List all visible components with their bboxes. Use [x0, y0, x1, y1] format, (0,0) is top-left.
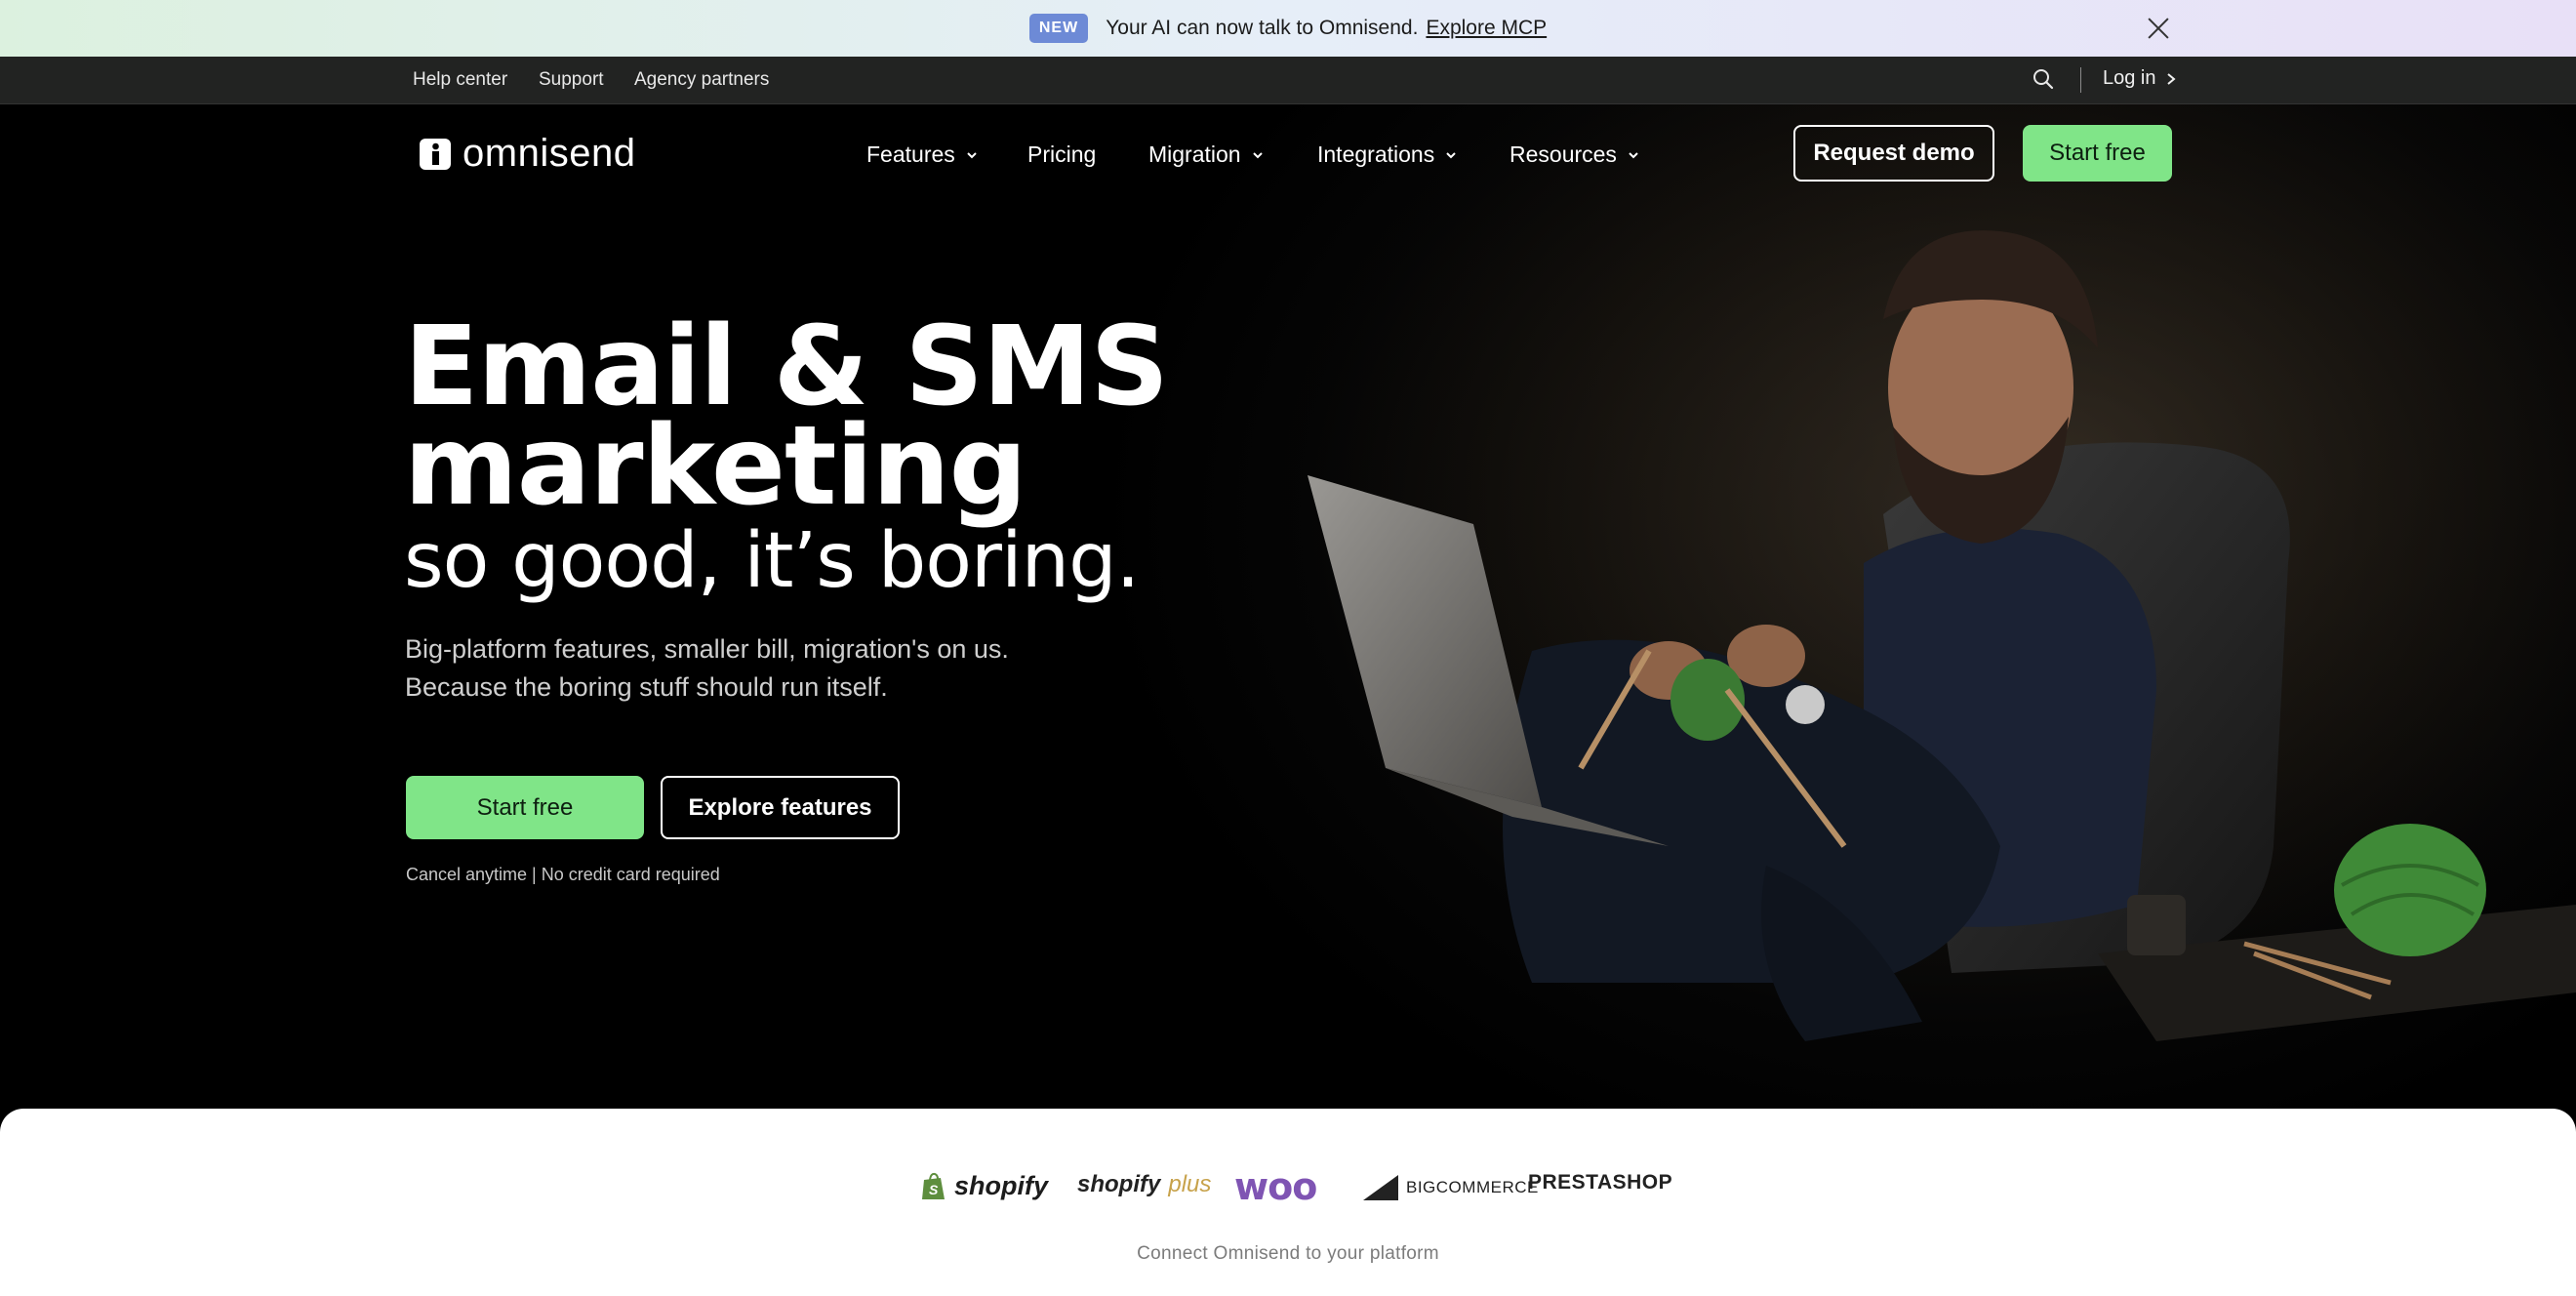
plus-suffix: plus: [1168, 1171, 1212, 1197]
headline-line-1: Email & SMS: [404, 304, 1169, 430]
subtext-line-2: Because the boring stuff should run itse…: [405, 672, 888, 702]
start-free-nav-button[interactable]: Start free: [2023, 125, 2172, 182]
support-link[interactable]: Support: [539, 69, 604, 91]
svg-text:S: S: [929, 1182, 939, 1197]
nav-resources-label: Resources: [1509, 142, 1617, 167]
help-center-link[interactable]: Help center: [413, 69, 507, 91]
main-nav: omnisend Features Pricing Migration Inte…: [0, 104, 2576, 202]
platform-logos-section: S shopify shopify plus woo BIGCOMMERCE PR…: [0, 1109, 2576, 1296]
bigcommerce-mark-icon: [1363, 1175, 1398, 1200]
omnisend-logo[interactable]: omnisend: [420, 132, 635, 176]
nav-item-integrations[interactable]: Integrations: [1317, 142, 1458, 168]
platforms-caption: Connect Omnisend to your platform: [1137, 1243, 1439, 1264]
shopify-plus-logo: shopify plus: [1077, 1171, 1211, 1198]
hero-tagline: so good, it’s boring.: [404, 517, 1140, 605]
nav-item-pricing[interactable]: Pricing: [1027, 142, 1096, 168]
brand-name: omnisend: [463, 132, 636, 175]
announcement-bar: NEW Your AI can now talk to Omnisend. Ex…: [0, 0, 2576, 57]
fine-print: Cancel anytime | No credit card required: [406, 865, 720, 884]
search-icon[interactable]: [2033, 68, 2054, 90]
nav-item-migration[interactable]: Migration: [1148, 142, 1265, 168]
bigcommerce-wordmark: BIGCOMMERCE: [1406, 1178, 1539, 1196]
shopify-plus-wordmark: shopify: [1077, 1171, 1161, 1197]
login-label: Log in: [2103, 67, 2156, 89]
hero-photo: [1122, 104, 2576, 1110]
close-icon[interactable]: [2145, 15, 2172, 42]
nav-item-resources[interactable]: Resources: [1509, 142, 1640, 168]
announcement-message: Your AI can now talk to Omnisend.: [1106, 17, 1419, 39]
divider: [2080, 67, 2081, 93]
headline-line-2: marketing: [404, 403, 1027, 530]
chevron-down-icon: [1629, 151, 1638, 158]
shopify-wordmark: shopify: [954, 1171, 1049, 1200]
explore-features-button[interactable]: Explore features: [661, 776, 900, 839]
agency-partners-link[interactable]: Agency partners: [634, 69, 769, 91]
shopify-bag-icon: S: [922, 1172, 945, 1199]
chevron-right-icon: [2166, 72, 2176, 85]
chevron-down-icon: [1252, 151, 1263, 158]
shopify-logo: S shopify: [921, 1171, 1048, 1201]
bigcommerce-logo: BIGCOMMERCE: [1363, 1175, 1539, 1200]
login-link[interactable]: Log in: [2103, 67, 2176, 90]
chevron-down-icon: [1446, 151, 1456, 158]
woo-logo: woo: [1234, 1165, 1317, 1208]
chevron-down-icon: [967, 151, 977, 158]
nav-item-features[interactable]: Features: [866, 142, 979, 168]
hero-subtext: Big-platform features, smaller bill, mig…: [405, 630, 1088, 707]
nav-pricing-label: Pricing: [1027, 142, 1097, 167]
utility-bar: Help center Support Agency partners Log …: [0, 57, 2576, 104]
nav-integrations-label: Integrations: [1317, 142, 1435, 167]
prestashop-logo: PRESTASHOP: [1528, 1171, 1673, 1194]
hero-headline: Email & SMS marketing: [404, 304, 1282, 530]
hero-section: [0, 104, 2576, 1110]
request-demo-button[interactable]: Request demo: [1793, 125, 1994, 182]
new-badge: NEW: [1028, 14, 1089, 43]
nav-features-label: Features: [866, 142, 955, 167]
subtext-line-1: Big-platform features, smaller bill, mig…: [405, 634, 1009, 664]
nav-migration-label: Migration: [1148, 142, 1241, 167]
explore-mcp-link[interactable]: Explore MCP: [1426, 17, 1547, 40]
start-free-hero-button[interactable]: Start free: [406, 776, 644, 839]
omnisend-logo-icon: [420, 138, 451, 170]
